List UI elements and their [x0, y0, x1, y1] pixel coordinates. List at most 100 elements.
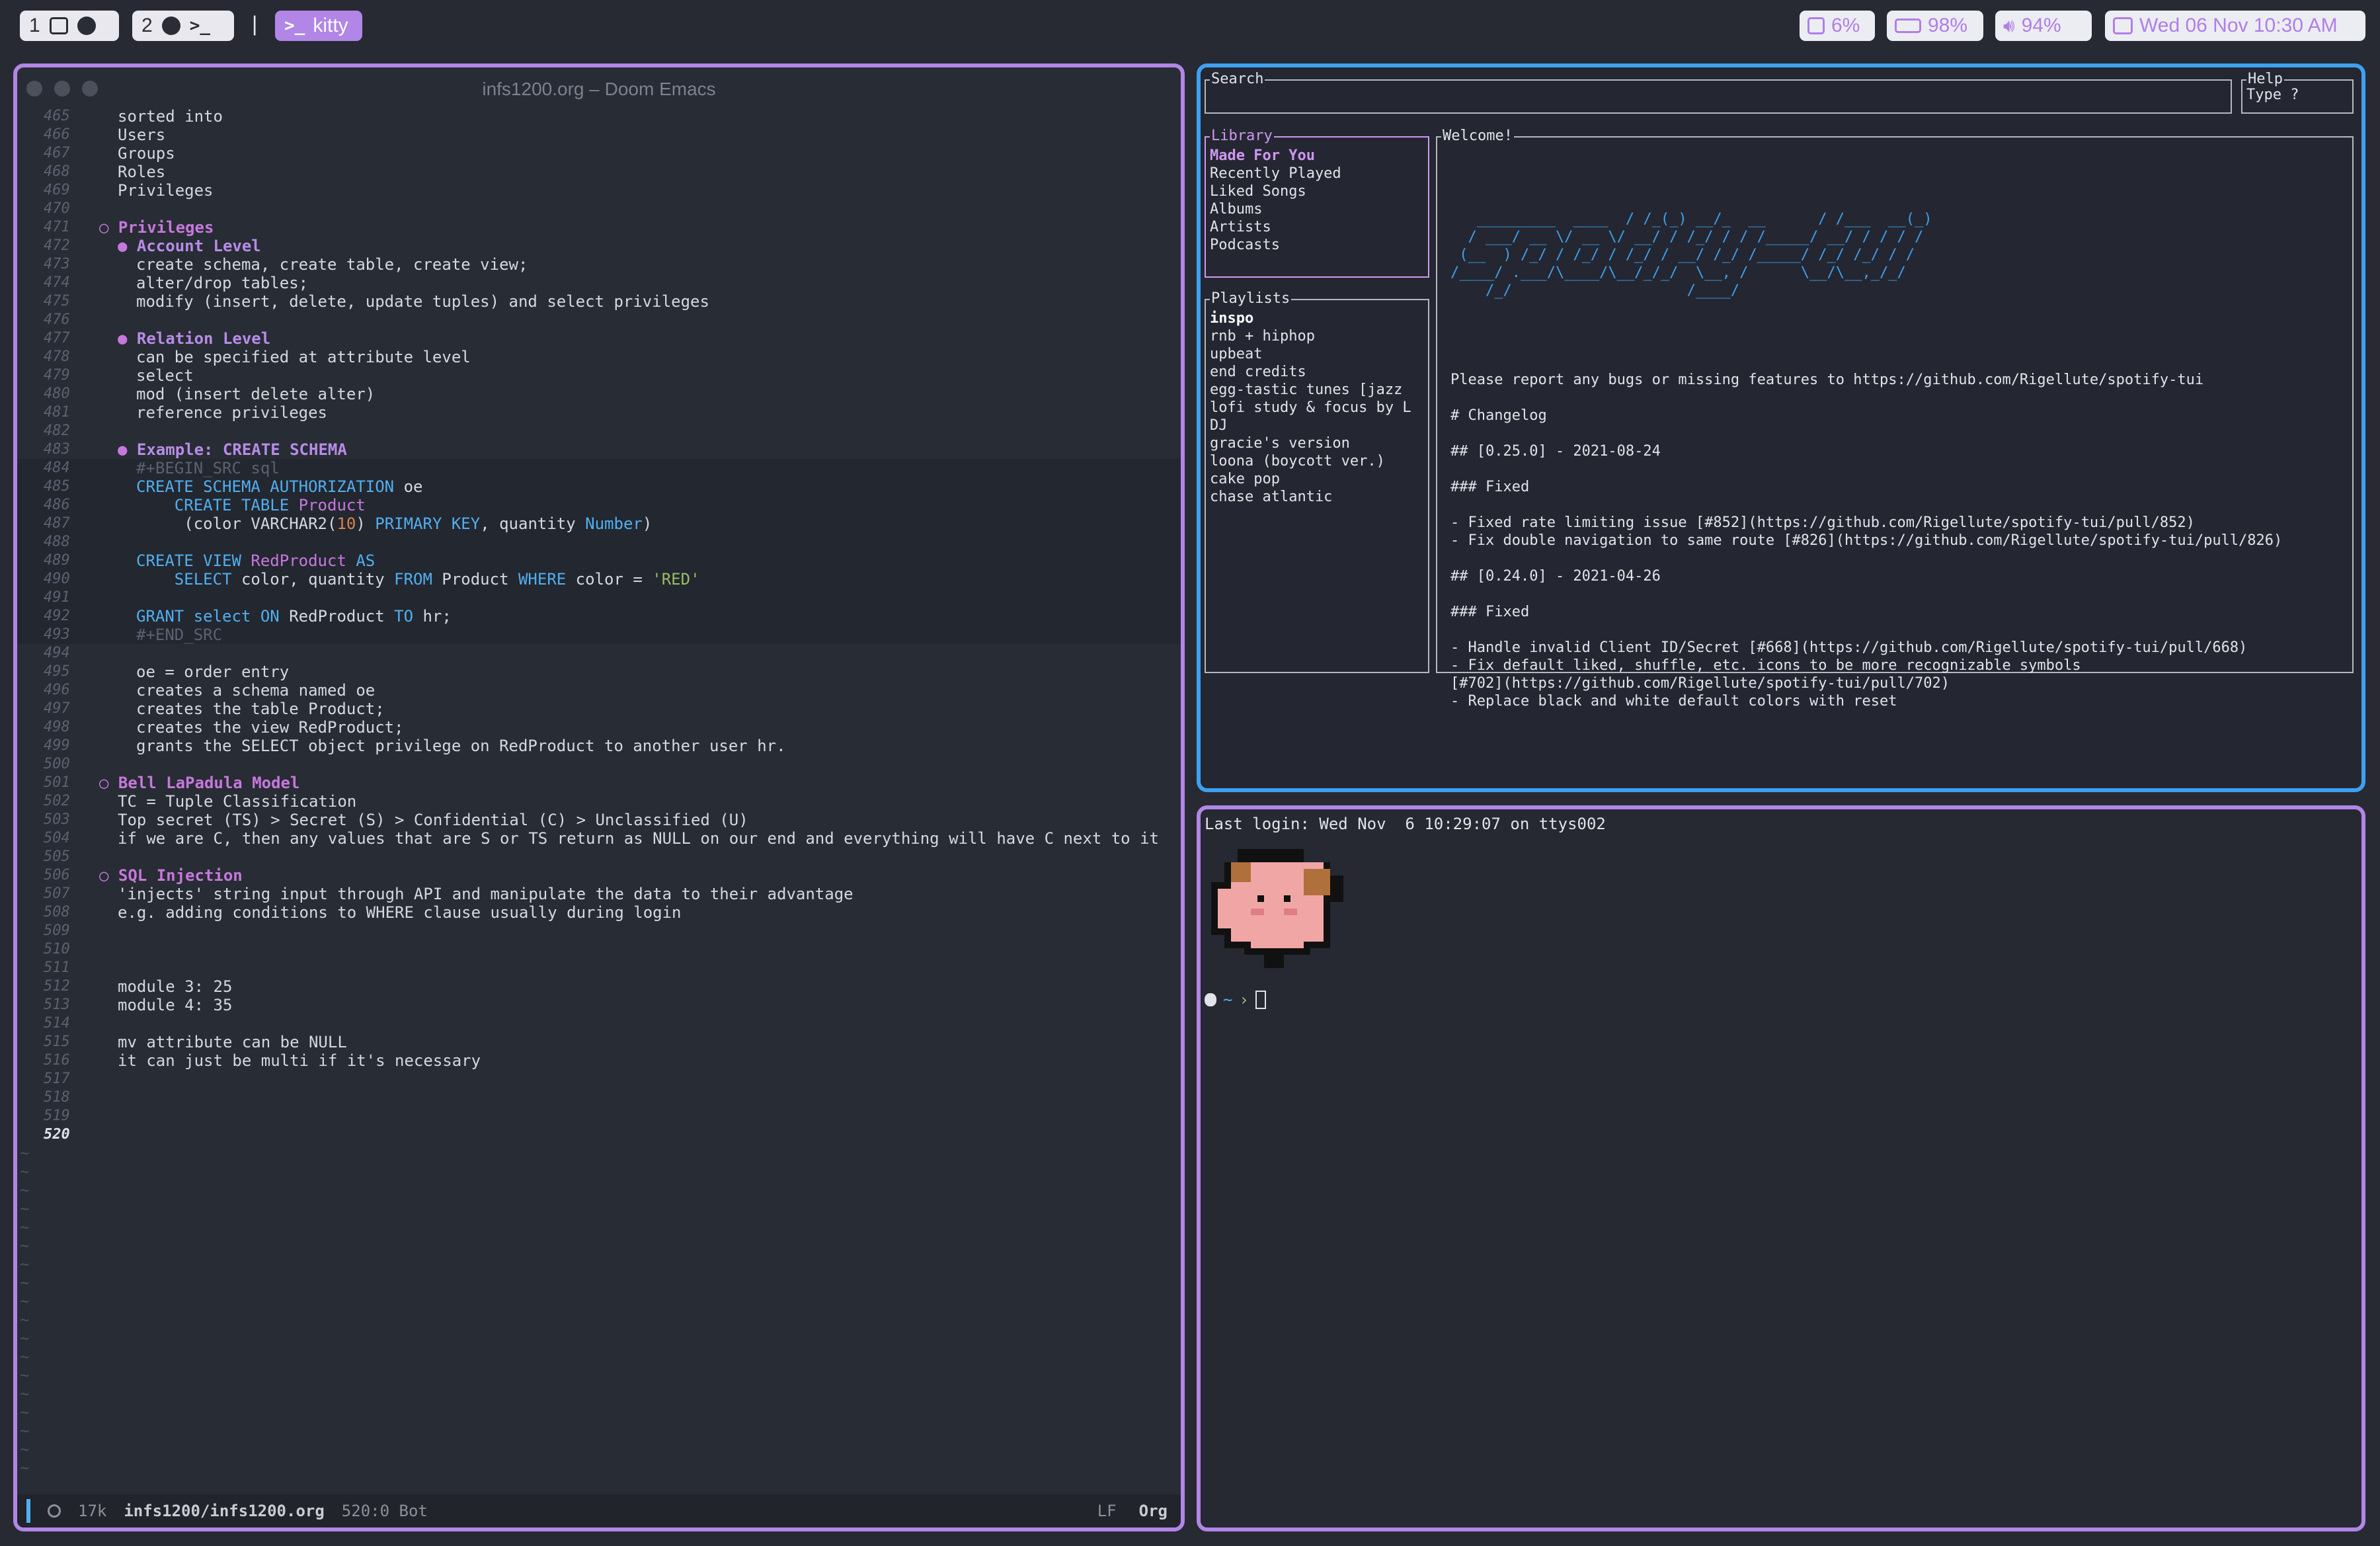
editor-line[interactable]: 465 sorted into	[17, 107, 1181, 126]
library-item[interactable]: Liked Songs	[1210, 183, 1341, 200]
workspace-1-button[interactable]: 1	[20, 11, 119, 41]
terminal-window[interactable]: Last login: Wed Nov 6 10:29:07 on ttys00…	[1197, 805, 2365, 1531]
editor-line[interactable]: 510	[17, 940, 1181, 959]
editor-line[interactable]: 487 (color VARCHAR2(10) PRIMARY KEY, qua…	[17, 514, 1181, 533]
editor-line[interactable]: 475 modify (insert, delete, update tuples…	[17, 292, 1181, 311]
workspace-2-button[interactable]: 2 >_	[132, 11, 234, 41]
editor-line[interactable]: 519	[17, 1107, 1181, 1125]
playlist-item[interactable]: cake pop	[1210, 470, 1411, 488]
editor-line[interactable]: 479 select	[17, 366, 1181, 385]
editor-line[interactable]: 505	[17, 848, 1181, 866]
playlist-item[interactable]: DJ	[1210, 417, 1411, 434]
editor-line[interactable]: 478 can be specified at attribute level	[17, 348, 1181, 366]
editor-line[interactable]: 474 alter/drop tables;	[17, 274, 1181, 292]
playlist-item[interactable]: gracie's version	[1210, 434, 1411, 452]
shell-prompt[interactable]: ~ ›	[1205, 991, 1266, 1009]
editor-line[interactable]: 471 ○ Privileges	[17, 218, 1181, 237]
editor-line[interactable]: 467 Groups	[17, 144, 1181, 163]
line-number: 516	[44, 1052, 70, 1069]
editor-line[interactable]: 511	[17, 959, 1181, 977]
editor-line[interactable]: 468 Roles	[17, 163, 1181, 181]
line-number: 489	[44, 552, 70, 569]
editor-line[interactable]: 514	[17, 1014, 1181, 1033]
editor-line[interactable]: 483 ● Example: CREATE SCHEMA	[17, 440, 1181, 459]
editor-line[interactable]: 470	[17, 200, 1181, 218]
library-item[interactable]: Albums	[1210, 200, 1341, 218]
playlist-item[interactable]: egg-tastic tunes [jazz	[1210, 381, 1411, 399]
editor-line[interactable]: 508 e.g. adding conditions to WHERE claus…	[17, 903, 1181, 922]
buffer-size: 17k	[78, 1502, 107, 1520]
battery-status[interactable]: 98%	[1887, 11, 1983, 41]
editor-line[interactable]: 488	[17, 533, 1181, 551]
changelog-text: Please report any bugs or missing featur…	[1450, 372, 2283, 710]
editor-line[interactable]: 497 creates the table Product;	[17, 700, 1181, 718]
cpu-status[interactable]: 6%	[1800, 11, 1875, 41]
editor-line[interactable]: 469 Privileges	[17, 181, 1181, 200]
editor-line[interactable]: 492 GRANT select ON RedProduct TO hr;	[17, 607, 1181, 626]
playlists-box[interactable]: Playlists inspo rnb + hiphop upbeat end cre…	[1205, 290, 1429, 673]
library-item[interactable]: Recently Played	[1210, 165, 1341, 183]
editor-line[interactable]: 503 Top secret (TS) > Secret (S) > Confid…	[17, 811, 1181, 829]
playlist-item[interactable]: lofi study & focus by L	[1210, 399, 1411, 417]
playlist-item[interactable]: inspo	[1210, 309, 1411, 327]
line-text: sorted into	[118, 107, 223, 126]
editor-buffer[interactable]: 465 sorted into 466 Users 467 Groups 468 Roles 4…	[17, 107, 1181, 1477]
editor-line[interactable]: 506 ○ SQL Injection	[17, 866, 1181, 885]
editor-line[interactable]: 466 Users	[17, 126, 1181, 144]
playlist-item[interactable]: upbeat	[1210, 345, 1411, 363]
editor-line[interactable]: 494	[17, 644, 1181, 663]
editor-line[interactable]: 513 module 4: 35	[17, 996, 1181, 1014]
playlist-item[interactable]: rnb + hiphop	[1210, 327, 1411, 345]
editor-line[interactable]: 516 it can just be multi if it's necessar…	[17, 1051, 1181, 1070]
editor-line[interactable]: 484 #+BEGIN_SRC sql	[17, 459, 1181, 477]
playlist-item[interactable]: chase atlantic	[1210, 488, 1411, 506]
editor-line[interactable]: 504 if we are C, then any values that are…	[17, 829, 1181, 848]
editor-line[interactable]: 490 SELECT color, quantity FROM Product …	[17, 570, 1181, 589]
clock-status[interactable]: Wed 06 Nov 10:30 AM	[2105, 11, 2365, 41]
editor-line[interactable]: 473 create schema, create table, create v…	[17, 255, 1181, 274]
editor-line[interactable]: 502 TC = Tuple Classification	[17, 792, 1181, 811]
library-box[interactable]: Library Made For You Recently Played Liked…	[1205, 127, 1429, 278]
editor-line[interactable]: 472 ● Account Level	[17, 237, 1181, 255]
search-box[interactable]: Search	[1205, 70, 2232, 114]
editor-line[interactable]: 480 mod (insert delete alter)	[17, 385, 1181, 403]
help-box[interactable]: Help Type ?	[2241, 70, 2354, 114]
empty-line-marker: ~	[20, 1422, 30, 1440]
editor-line[interactable]: 515 mv attribute can be NULL	[17, 1033, 1181, 1051]
playlist-list[interactable]: inspo rnb + hiphop upbeat end credits egg-ta…	[1210, 309, 1411, 506]
editor-line[interactable]: 512 module 3: 25	[17, 977, 1181, 996]
library-list[interactable]: Made For You Recently Played Liked Songs Al…	[1210, 147, 1341, 254]
editor-line[interactable]: 500	[17, 755, 1181, 774]
editor-line[interactable]: 493 #+END_SRC	[17, 626, 1181, 644]
editor-line[interactable]: 496 creates a schema named oe	[17, 681, 1181, 700]
close-button[interactable]	[26, 81, 42, 97]
editor-line[interactable]: 491	[17, 589, 1181, 607]
editor-line[interactable]: 518	[17, 1088, 1181, 1107]
editor-line[interactable]: 489 CREATE VIEW RedProduct AS	[17, 551, 1181, 570]
library-item[interactable]: Podcasts	[1210, 236, 1341, 254]
volume-status[interactable]: 🔊︎ 94%	[1995, 11, 2092, 41]
editor-line[interactable]: 498 creates the view RedProduct;	[17, 718, 1181, 737]
editor-line[interactable]: 485 CREATE SCHEMA AUTHORIZATION oe	[17, 477, 1181, 496]
editor-line[interactable]: 486 CREATE TABLE Product	[17, 496, 1181, 514]
editor-line[interactable]: 501 ○ Bell LaPadula Model	[17, 774, 1181, 792]
playlist-item[interactable]: end credits	[1210, 363, 1411, 381]
editor-line[interactable]: 507 'injects' string input through API an…	[17, 885, 1181, 903]
active-app-button[interactable]: >_ kitty	[275, 11, 362, 41]
emacs-window[interactable]: infs1200.org – Doom Emacs 465 sorted into…	[13, 63, 1185, 1531]
playlist-item[interactable]: loona (boycott ver.)	[1210, 452, 1411, 470]
editor-line[interactable]: 482	[17, 422, 1181, 440]
editor-line[interactable]: 476	[17, 311, 1181, 329]
editor-line[interactable]: 509	[17, 922, 1181, 940]
spotify-tui-window[interactable]: Search Help Type ? Library Made For You R…	[1197, 63, 2365, 792]
editor-line[interactable]: 495 oe = order entry	[17, 663, 1181, 681]
editor-line[interactable]: 481 reference privileges	[17, 403, 1181, 422]
zoom-button[interactable]	[82, 81, 98, 97]
editor-line[interactable]: 499 grants the SELECT object privilege on…	[17, 737, 1181, 755]
library-item[interactable]: Made For You	[1210, 147, 1341, 165]
editor-line[interactable]: 520	[17, 1125, 1181, 1144]
editor-line[interactable]: 517	[17, 1070, 1181, 1088]
minimize-button[interactable]	[54, 81, 70, 97]
library-item[interactable]: Artists	[1210, 218, 1341, 236]
editor-line[interactable]: 477 ● Relation Level	[17, 329, 1181, 348]
